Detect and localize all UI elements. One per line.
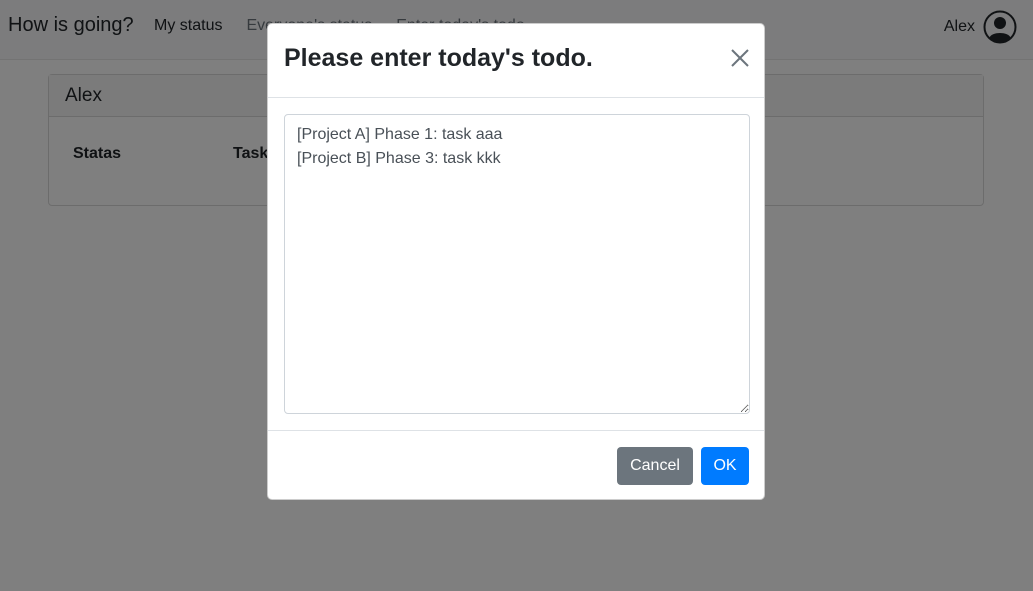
ok-button[interactable]: OK (701, 447, 749, 485)
todo-textarea[interactable]: [Project A] Phase 1: task aaa [Project B… (284, 114, 750, 414)
modal-title: Please enter today's todo. (284, 44, 593, 72)
modal-header: Please enter today's todo. (268, 24, 764, 98)
modal-body: [Project A] Phase 1: task aaa [Project B… (268, 98, 764, 430)
modal-footer: Cancel OK (268, 430, 764, 500)
close-icon (731, 49, 749, 67)
app-root: How is going? My status Everyone's statu… (0, 0, 1033, 591)
close-button[interactable] (726, 44, 754, 72)
todo-modal: Please enter today's todo. [Project A] P… (267, 23, 765, 500)
cancel-button[interactable]: Cancel (617, 447, 693, 485)
